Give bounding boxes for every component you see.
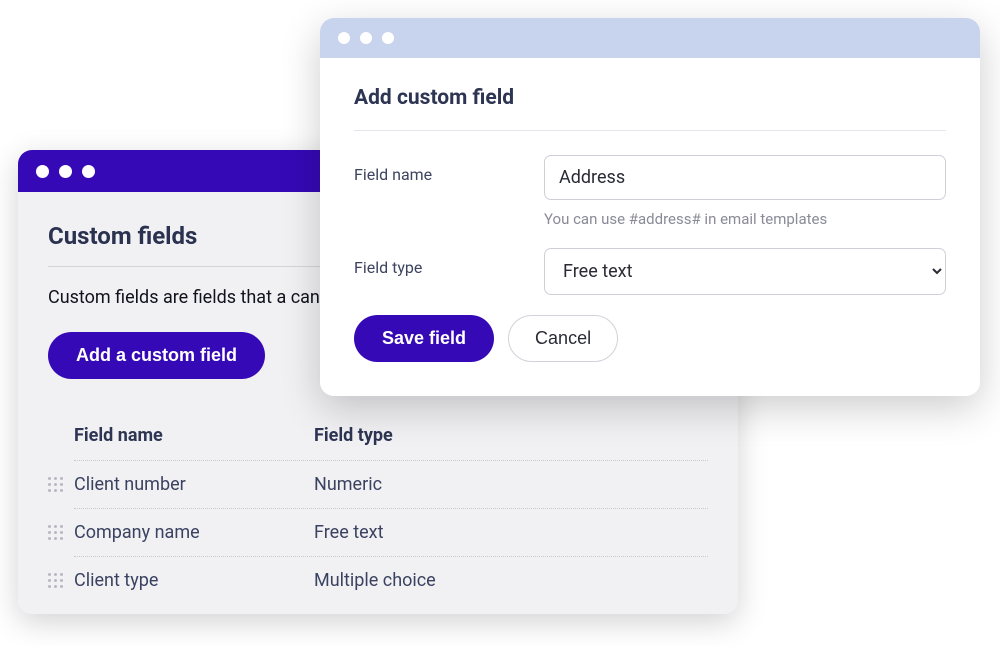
- field-type-row: Field type Free text: [354, 248, 946, 295]
- drag-handle-icon[interactable]: [48, 477, 64, 493]
- add-custom-field-button[interactable]: Add a custom field: [48, 332, 265, 379]
- window-control-maximize-icon[interactable]: [82, 165, 95, 178]
- save-field-button[interactable]: Save field: [354, 315, 494, 362]
- field-type-cell: Free text: [314, 522, 708, 543]
- field-name-cell: Client number: [74, 474, 314, 495]
- field-type-cell: Multiple choice: [314, 570, 708, 591]
- column-header-type: Field type: [314, 425, 708, 446]
- field-name-cell: Company name: [74, 522, 314, 543]
- add-custom-field-dialog: Add custom field Field name You can use …: [320, 18, 980, 396]
- table-row: Client number Numeric: [74, 460, 708, 508]
- window-control-close-icon[interactable]: [36, 165, 49, 178]
- window-control-maximize-icon[interactable]: [382, 32, 394, 44]
- fields-table: Field name Field type Client number Nume…: [48, 415, 708, 614]
- dialog-titlebar: [320, 18, 980, 58]
- column-header-name: Field name: [74, 425, 314, 446]
- table-header: Field name Field type: [74, 415, 708, 460]
- divider: [354, 130, 946, 131]
- drag-handle-icon[interactable]: [48, 525, 64, 541]
- dialog-actions: Save field Cancel: [354, 315, 946, 362]
- window-control-minimize-icon[interactable]: [360, 32, 372, 44]
- dialog-body: Add custom field Field name You can use …: [320, 58, 980, 396]
- window-control-close-icon[interactable]: [338, 32, 350, 44]
- field-type-label: Field type: [354, 248, 544, 277]
- field-name-input[interactable]: [544, 155, 946, 200]
- drag-handle-icon[interactable]: [48, 573, 64, 589]
- cancel-button[interactable]: Cancel: [508, 315, 618, 362]
- table-row: Company name Free text: [74, 508, 708, 556]
- table-row: Client type Multiple choice: [74, 556, 708, 604]
- field-name-hint: You can use #address# in email templates: [544, 210, 946, 228]
- field-type-select[interactable]: Free text: [544, 248, 946, 295]
- dialog-title: Add custom field: [354, 86, 946, 110]
- window-control-minimize-icon[interactable]: [59, 165, 72, 178]
- field-name-label: Field name: [354, 155, 544, 184]
- field-type-cell: Numeric: [314, 474, 708, 495]
- field-name-cell: Client type: [74, 570, 314, 591]
- field-name-row: Field name You can use #address# in emai…: [354, 155, 946, 228]
